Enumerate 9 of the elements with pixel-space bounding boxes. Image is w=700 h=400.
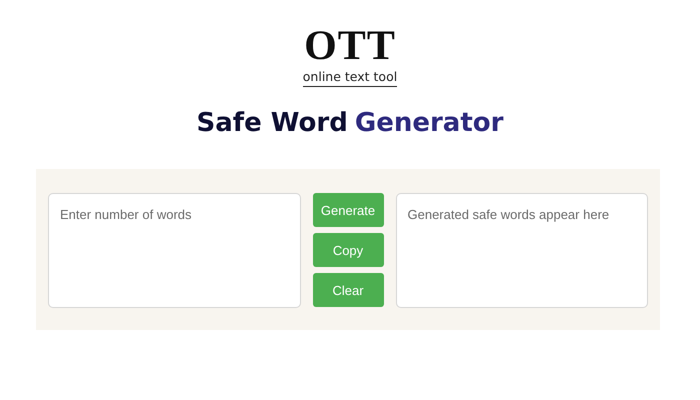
action-button[interactable]: Clear [312, 273, 384, 307]
input-field[interactable]: Enter number of words [48, 193, 300, 308]
action-button[interactable]: Generate [312, 193, 384, 227]
logo-tagline: online text tool [302, 69, 398, 87]
page-title: Generator [354, 107, 504, 139]
action-button[interactable]: Copy [312, 233, 384, 267]
page-title: Safe Word [196, 107, 348, 139]
output-field[interactable]: Generated safe words appear here [396, 193, 648, 308]
logo-wordmark: OTT [304, 26, 396, 66]
